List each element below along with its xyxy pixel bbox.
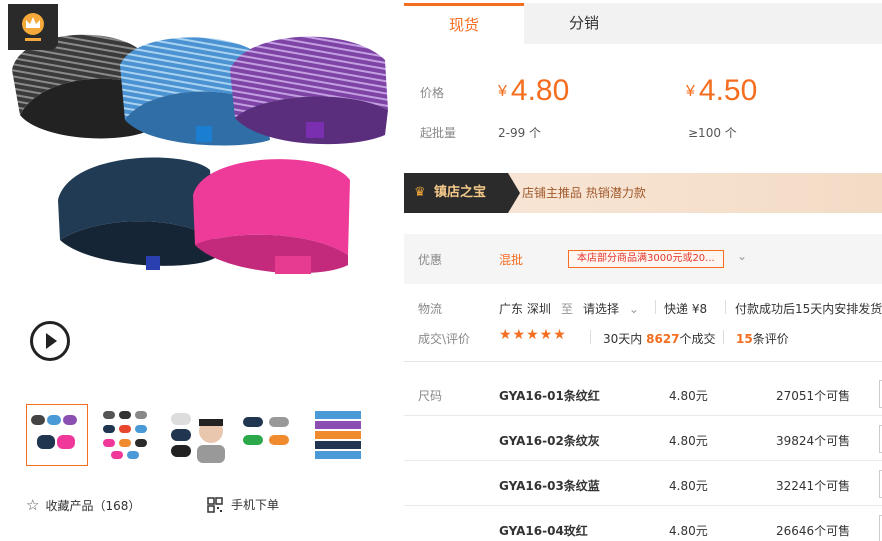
treasure-text: 店铺主推品 热销潜力款: [522, 186, 646, 200]
sku-name: GYA16-01条纹红: [499, 389, 600, 403]
thumbnail-3[interactable]: [166, 404, 228, 466]
sku-stock: 26646个可售: [776, 524, 851, 538]
sales-prefix: 30天内: [603, 332, 643, 346]
currency-symbol: ¥: [498, 83, 507, 100]
price-tier-2-value: 4.50: [698, 74, 758, 107]
sales-count: 8627: [646, 332, 680, 346]
thumbnail-1[interactable]: [26, 404, 88, 466]
tab-spot[interactable]: 现货: [404, 3, 524, 44]
qty-range-2: ≥100 个: [688, 126, 737, 140]
treasure-tag-label: 镇店之宝: [434, 185, 487, 200]
sku-row: GYA16-03条纹蓝 4.80元 32241个可售: [404, 461, 882, 506]
coupon-tag[interactable]: 本店部分商品满3000元或20...: [568, 250, 724, 268]
divider: [723, 330, 724, 344]
sku-row: GYA16-04玫红 4.80元 26646个可售: [404, 506, 882, 541]
price-tier-1-value: 4.80: [510, 74, 570, 107]
tab-distribution[interactable]: 分销: [524, 3, 644, 44]
review-suffix: 条评价: [752, 332, 789, 346]
logistics-label: 物流: [418, 302, 443, 316]
divider: [590, 330, 591, 344]
crown-badge-icon: [8, 4, 58, 50]
moq-label: 起批量: [420, 126, 457, 140]
price-tier-2: ¥4.50: [686, 74, 757, 108]
sku-row: GYA16-02条纹灰 4.80元 39824个可售: [404, 416, 882, 461]
shipping-fee: 快递 ¥8: [664, 302, 708, 316]
review-count: 15: [736, 332, 753, 346]
star-outline-icon: ☆: [26, 496, 40, 514]
sku-price: 4.80元: [669, 434, 708, 448]
logistics-to: 至: [561, 302, 574, 316]
thumbnail-4[interactable]: [236, 404, 298, 466]
rating-stars-icon: ★★★★★: [499, 327, 567, 343]
mobile-order-label: 手机下单: [231, 498, 280, 512]
sku-price: 4.80元: [669, 524, 708, 538]
sku-name: GYA16-04玫红: [499, 524, 588, 538]
price-tier-1: ¥4.80: [498, 74, 569, 108]
promo-type: 混批: [499, 253, 524, 267]
delivery-time: 付款成功后15天内安排发货: [735, 302, 882, 316]
sku-name: GYA16-03条纹蓝: [499, 479, 600, 493]
sku-stock: 39824个可售: [776, 434, 851, 448]
product-gallery: ☆ 收藏产品（168） 手机下单: [0, 0, 398, 541]
sku-price: 4.80元: [669, 479, 708, 493]
destination-select[interactable]: 请选择 ⌄: [583, 300, 639, 317]
thumbnail-5[interactable]: [306, 404, 368, 466]
divider: [725, 300, 726, 314]
promo-row: 优惠 混批 本店部分商品满3000元或20... ⌄: [404, 234, 882, 284]
logistics-origin: 广东 深圳: [499, 302, 551, 316]
sku-stock: 32241个可售: [776, 479, 851, 493]
play-video-button[interactable]: [30, 321, 70, 361]
qr-code-icon: [207, 496, 223, 513]
sku-price: 4.80元: [669, 389, 708, 403]
play-icon: [46, 333, 57, 349]
currency-symbol: ¥: [686, 83, 695, 100]
sales-suffix: 个成交: [679, 332, 716, 346]
collect-product-button[interactable]: ☆ 收藏产品（168）: [26, 496, 140, 514]
mobile-order-button[interactable]: 手机下单: [207, 496, 279, 513]
chevron-down-icon[interactable]: ⌄: [737, 249, 747, 263]
product-info-panel: 现货 分销 价格 ¥4.80 ¥4.50 起批量 2-99 个 ≥100 个 ♛…: [404, 0, 882, 541]
collect-label: 收藏产品（168）: [45, 498, 141, 513]
chevron-down-icon: ⌄: [628, 302, 639, 316]
review-link[interactable]: 15条评价: [736, 330, 789, 347]
qty-range-1: 2-99 个: [498, 126, 542, 140]
sales-summary: 30天内 8627个成交: [603, 330, 716, 347]
treasure-tag: ♛ 镇店之宝: [404, 173, 520, 213]
thumbnail-strip: [26, 404, 386, 466]
promo-label: 优惠: [418, 253, 443, 267]
sku-stock: 27051个可售: [776, 389, 851, 403]
divider: [655, 300, 656, 314]
store-treasure-banner: ♛ 镇店之宝 店铺主推品 热销潜力款: [404, 173, 882, 213]
section-divider: [404, 361, 882, 362]
sku-row: GYA16-01条纹红 4.80元 27051个可售: [404, 371, 882, 416]
purchase-tabs: 现货 分销: [404, 3, 882, 44]
reviews-label: 成交\评价: [418, 332, 471, 346]
thumbnail-2[interactable]: [96, 404, 158, 466]
crown-icon: ♛: [414, 185, 426, 200]
destination-value: 请选择: [583, 302, 620, 316]
sku-name: GYA16-02条纹灰: [499, 434, 600, 448]
price-label: 价格: [420, 86, 445, 100]
